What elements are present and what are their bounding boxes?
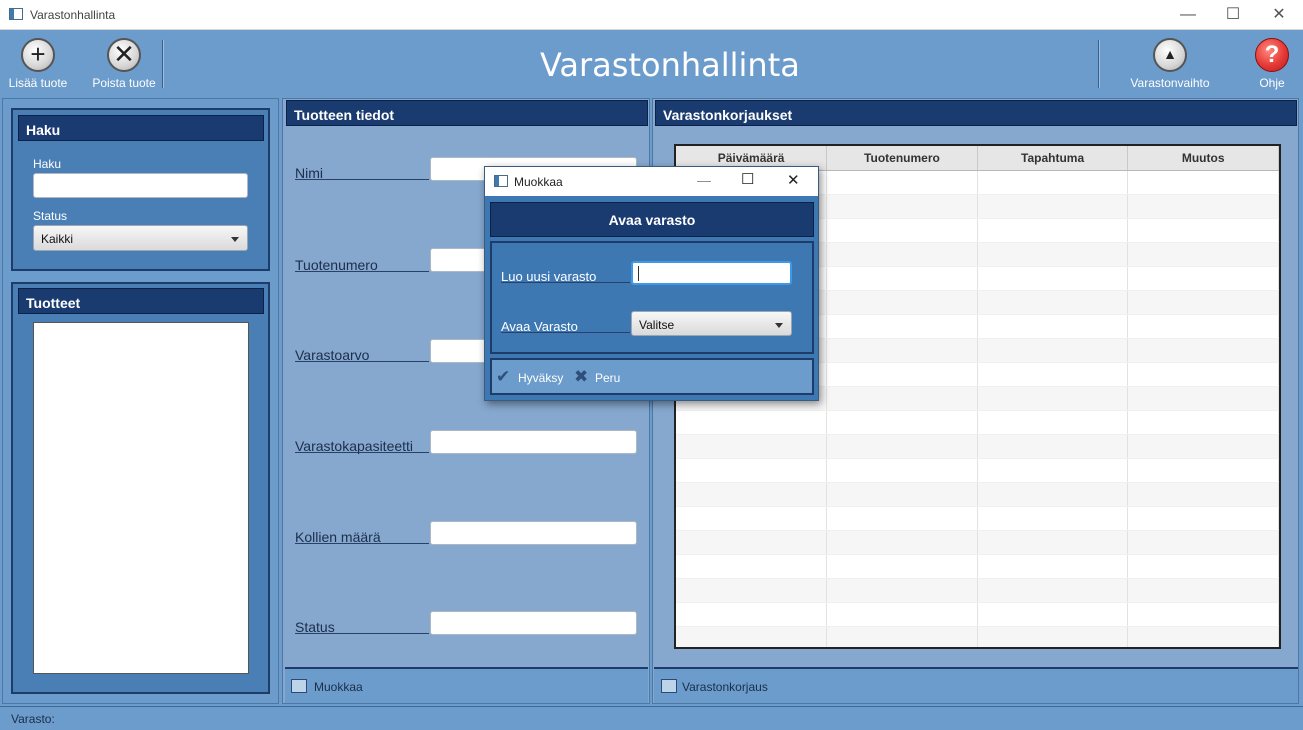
plus-icon: +	[21, 38, 55, 72]
dialog-buttons: ✔ Hyväksy ✖ Peru	[490, 358, 814, 395]
status-underline	[295, 633, 429, 634]
cancel-label: Peru	[595, 371, 621, 385]
remove-product-button[interactable]: ✕ Poista tuote	[88, 38, 160, 90]
status-filter-select[interactable]: Kaikki	[33, 225, 248, 251]
new-warehouse-underline	[501, 282, 630, 283]
toolbar-divider	[162, 40, 164, 88]
dialog-close-icon[interactable]: ✕	[787, 171, 800, 189]
stock-value-underline	[295, 361, 429, 362]
computer-icon	[291, 679, 307, 693]
table-row	[676, 530, 1279, 555]
corrections-header: Varastonkorjaukset	[655, 100, 1297, 126]
products-header: Tuotteet	[18, 288, 264, 314]
chevron-down-icon	[231, 237, 239, 242]
maximize-icon[interactable]: ☐	[1210, 0, 1256, 30]
table-row	[676, 506, 1279, 531]
edit-button-label: Muokkaa	[314, 680, 363, 694]
help-button[interactable]: ? Ohje	[1252, 38, 1292, 90]
table-row	[676, 602, 1279, 627]
column-header-event[interactable]: Tapahtuma	[977, 146, 1129, 171]
checkmark-icon: ✔	[496, 367, 511, 386]
capacity-input[interactable]	[430, 430, 637, 454]
capacity-underline	[295, 452, 429, 453]
table-row	[676, 578, 1279, 603]
switch-warehouse-label: Varastonvaihto	[1130, 76, 1210, 90]
app-window-icon	[9, 8, 23, 20]
open-warehouse-value: Valitse	[639, 318, 675, 332]
close-icon[interactable]: ✕	[1256, 0, 1302, 30]
add-product-button[interactable]: + Lisää tuote	[4, 38, 72, 90]
chevron-down-icon	[775, 323, 783, 328]
help-icon: ?	[1255, 38, 1289, 72]
help-label: Ohje	[1259, 76, 1285, 90]
x-circle-icon: ✕	[107, 38, 141, 72]
remove-product-label: Poista tuote	[92, 76, 156, 90]
status-input[interactable]	[430, 611, 637, 635]
column-header-change[interactable]: Muutos	[1127, 146, 1279, 171]
open-warehouse-select[interactable]: Valitse	[631, 311, 792, 336]
table-row	[676, 434, 1279, 459]
minimize-icon[interactable]: —	[1165, 0, 1211, 30]
package-count-underline	[295, 543, 429, 544]
dialog-minimize-icon[interactable]: —	[697, 172, 711, 188]
window-title: Varastonhallinta	[30, 8, 116, 22]
accept-label: Hyväksy	[518, 371, 564, 385]
new-warehouse-input[interactable]	[631, 261, 792, 285]
window-titlebar: Varastonhallinta — ☐ ✕	[0, 0, 1303, 30]
add-product-label: Lisää tuote	[8, 76, 68, 90]
accept-button[interactable]: ✔ Hyväksy	[496, 367, 566, 388]
cancel-button[interactable]: ✖ Peru	[574, 367, 634, 388]
table-row	[676, 410, 1279, 435]
status-filter-value: Kaikki	[41, 232, 74, 246]
toolbar-divider-right	[1098, 40, 1100, 88]
dialog-maximize-icon[interactable]: ☐	[741, 170, 754, 188]
dialog-form: Luo uusi varasto Avaa Varasto Valitse	[490, 241, 814, 354]
package-count-input[interactable]	[430, 521, 637, 545]
dialog-header: Avaa varasto	[490, 202, 814, 237]
product-number-underline	[295, 271, 429, 272]
switch-warehouse-button[interactable]: ▲ Varastonvaihto	[1126, 38, 1214, 90]
dialog-window-icon	[494, 175, 508, 187]
status-bar: Varasto:	[0, 706, 1303, 730]
computer-icon	[661, 679, 677, 693]
details-header: Tuotteen tiedot	[286, 100, 648, 126]
cancel-x-icon: ✖	[574, 367, 589, 386]
status-filter-label: Status	[33, 209, 68, 223]
switch-arrows-icon: ▲	[1153, 38, 1187, 72]
status-bar-label: Varasto:	[11, 712, 55, 726]
open-warehouse-underline	[501, 332, 630, 333]
table-row	[676, 458, 1279, 483]
search-panel: Haku Haku Status Kaikki	[11, 108, 270, 271]
dialog-titlebar: Muokkaa — ☐ ✕	[485, 167, 818, 196]
table-row	[676, 554, 1279, 579]
products-list[interactable]	[33, 322, 249, 674]
stock-correction-label: Varastonkorjaus	[682, 680, 768, 694]
search-header: Haku	[18, 115, 264, 141]
name-underline	[295, 179, 429, 180]
table-row	[676, 482, 1279, 507]
open-warehouse-dialog: Muokkaa — ☐ ✕ Avaa varasto Luo uusi vara…	[484, 166, 819, 401]
products-panel: Tuotteet	[11, 282, 270, 694]
dialog-title: Muokkaa	[514, 175, 563, 189]
haku-input[interactable]	[33, 173, 248, 198]
haku-label: Haku	[33, 157, 62, 171]
text-cursor	[638, 266, 639, 281]
column-header-product-number[interactable]: Tuotenumero	[826, 146, 978, 171]
app-title: Varastonhallinta	[540, 46, 800, 84]
table-row	[676, 626, 1279, 647]
